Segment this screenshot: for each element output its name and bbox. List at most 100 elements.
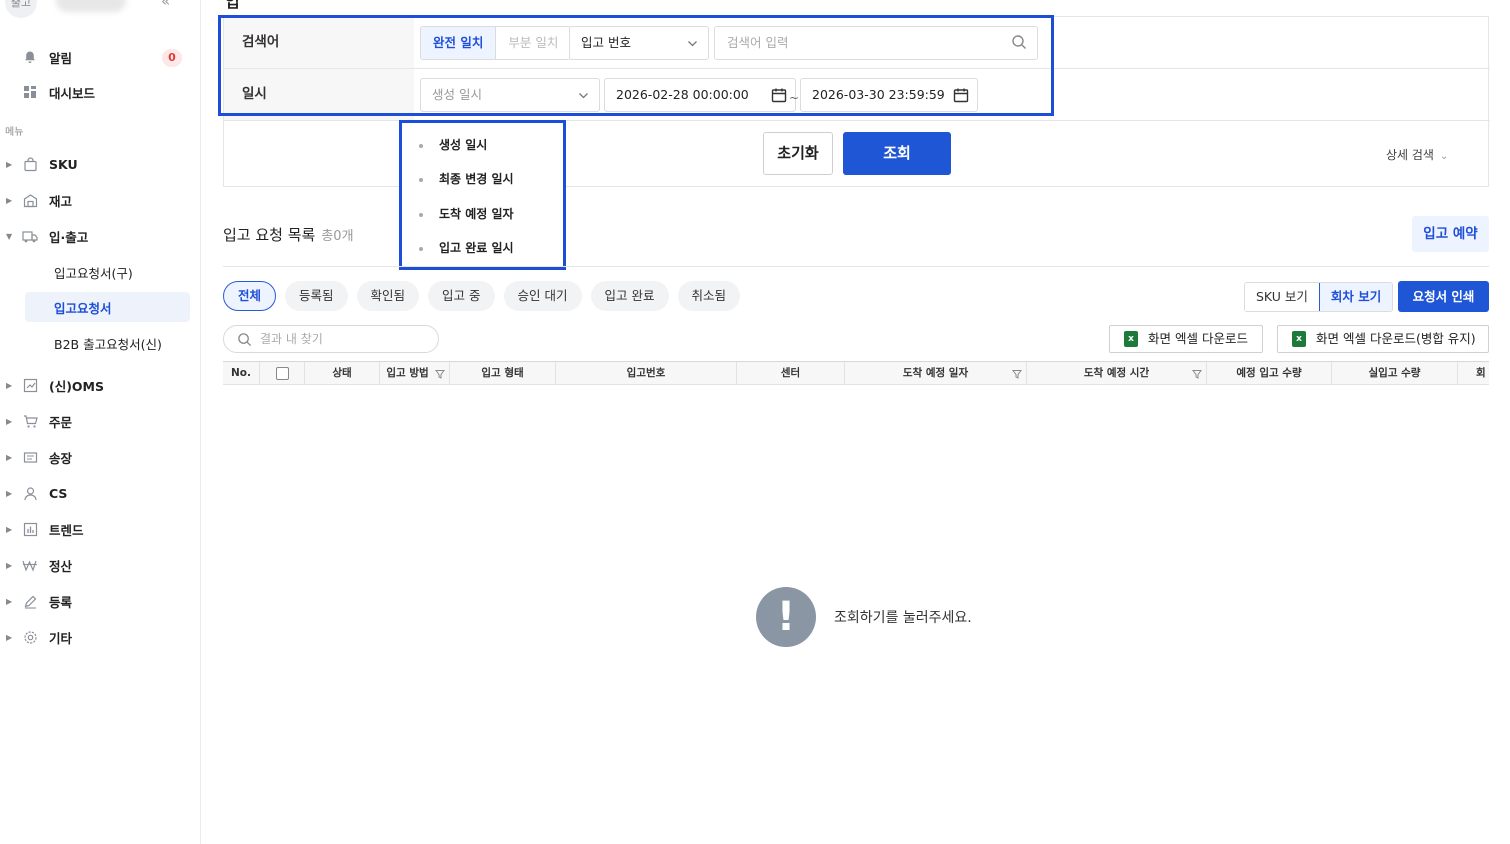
sidebar-item-cs[interactable]: ▶ CS — [0, 478, 200, 508]
date-type-value: 생성 일시 — [432, 87, 482, 102]
dropdown-option[interactable]: 생성 일시 — [419, 136, 487, 153]
date-range-separator: ~ — [789, 91, 800, 105]
date-to-input[interactable]: 2026-03-30 23:59:59 — [800, 78, 978, 112]
search-icon — [238, 333, 252, 347]
avatar[interactable]: 출고 — [5, 0, 37, 18]
status-chip-all[interactable]: 전체 — [223, 281, 277, 311]
sidebar-item-label: 트렌드 — [49, 522, 84, 538]
caret-right-icon: ▶ — [6, 195, 13, 205]
column-header[interactable]: 입고 방법 — [380, 362, 450, 384]
column-header[interactable]: 도착 예정 시간 — [1027, 362, 1207, 384]
dropdown-option[interactable]: 최종 변경 일시 — [419, 170, 514, 187]
sidebar-header: 출고 « — [0, 0, 200, 22]
sidebar-subitem-inbound-request[interactable]: 입고요청서 — [25, 292, 190, 322]
excel-download-merged-button[interactable]: x 화면 엑셀 다운로드(병합 유지) — [1277, 325, 1489, 353]
empty-state: ! 조회하기를 눌러주세요. — [756, 587, 1056, 647]
filter-icon[interactable] — [1012, 362, 1022, 384]
status-chip-registered[interactable]: 등록됨 — [285, 281, 348, 311]
excel-download-merged-label: 화면 엑셀 다운로드(병합 유지) — [1316, 331, 1476, 346]
empty-message: 조회하기를 눌러주세요. — [834, 610, 972, 626]
list-count: 총0개 — [321, 229, 354, 244]
calendar-icon[interactable] — [953, 87, 969, 103]
page-title: 입 — [225, 0, 240, 11]
match-exact-button[interactable]: 완전 일치 — [421, 27, 497, 59]
calendar-icon[interactable] — [771, 87, 787, 103]
user-name-blurred — [56, 0, 126, 12]
match-partial-button[interactable]: 부분 일치 — [496, 27, 570, 59]
chevron-down-icon — [578, 79, 589, 111]
date-from-input[interactable]: 2026-02-28 00:00:00 — [604, 78, 796, 112]
caret-right-icon: ▶ — [6, 524, 13, 534]
keyword-input[interactable]: 검색어 입력 — [714, 26, 1038, 60]
status-chip-inbound-complete[interactable]: 입고 완료 — [590, 281, 669, 311]
sidebar-item-label: 등록 — [49, 594, 73, 610]
sidebar-item-invoice[interactable]: ▶ 송장 — [0, 442, 200, 472]
sidebar-item-alarm[interactable]: 알림 0 — [0, 42, 200, 72]
search-button[interactable]: 조회 — [843, 132, 951, 175]
status-chip-pending-approval[interactable]: 승인 대기 — [503, 281, 582, 311]
column-header[interactable]: 실입고 수량 — [1332, 362, 1458, 384]
sidebar-subitem-b2b-outbound-request[interactable]: B2B 출고요청서(신) — [0, 328, 200, 358]
sidebar-item-settlement[interactable]: ▶ 정산 — [0, 550, 200, 580]
column-header[interactable]: 센터 — [737, 362, 845, 384]
sidebar: 출고 « 알림 0 대시보드 메뉴 ▶ SKU ▶ 재고 ▼ 입·출고 입고요청… — [0, 0, 201, 844]
dropdown-option[interactable]: 입고 완료 일시 — [419, 239, 514, 256]
dashboard-icon — [20, 82, 40, 102]
search-icon[interactable] — [1011, 34, 1027, 50]
print-request-button[interactable]: 요청서 인쇄 — [1398, 281, 1489, 312]
excel-download-label: 화면 엑셀 다운로드 — [1148, 331, 1248, 346]
sidebar-item-trend[interactable]: ▶ 트렌드 — [0, 514, 200, 544]
table-header: No. 상태 입고 방법 입고 형태 입고번호 센터 도착 예정 일자 도착 예… — [223, 361, 1489, 385]
result-search-input[interactable]: 결과 내 찾기 — [223, 325, 439, 353]
option-label: 생성 일시 — [439, 138, 488, 152]
select-all-checkbox[interactable] — [275, 366, 289, 380]
list-title-text: 입고 요청 목록 — [223, 226, 316, 244]
pencil-icon — [20, 591, 40, 611]
keyword-placeholder: 검색어 입력 — [727, 35, 789, 50]
column-header[interactable]: 상태 — [305, 362, 380, 384]
filter-icon[interactable] — [435, 362, 445, 384]
advanced-search-toggle[interactable]: 상세 검색 ⌄ — [1386, 146, 1448, 163]
column-header[interactable]: 입고번호 — [556, 362, 737, 384]
sidebar-subitem-inbound-request-old[interactable]: 입고요청서(구) — [0, 257, 200, 287]
sidebar-item-etc[interactable]: ▶ 기타 — [0, 622, 200, 652]
keyword-field-select[interactable]: 입고 번호 — [569, 26, 709, 60]
bar-chart-icon — [20, 519, 40, 539]
sidebar-item-inventory[interactable]: ▶ 재고 — [0, 185, 200, 215]
bullet-icon — [419, 212, 423, 217]
inbound-reserve-button[interactable]: 입고 예약 — [1412, 216, 1489, 252]
status-chip-inbound-in-progress[interactable]: 입고 중 — [428, 281, 495, 311]
column-header[interactable]: 회 — [1458, 362, 1489, 384]
sidebar-item-inbound-outbound[interactable]: ▼ 입·출고 — [0, 221, 200, 251]
excel-icon: x — [1292, 331, 1306, 347]
status-filter-chips: 전체 등록됨 확인됨 입고 중 승인 대기 입고 완료 취소됨 — [223, 281, 741, 311]
option-label: 도착 예정 일자 — [439, 207, 514, 221]
sidebar-item-label: CS — [49, 485, 68, 501]
excel-download-button[interactable]: x 화면 엑셀 다운로드 — [1109, 325, 1263, 353]
column-header[interactable]: 예정 입고 수량 — [1207, 362, 1332, 384]
bag-icon — [20, 154, 40, 174]
dropdown-option[interactable]: 도착 예정 일자 — [419, 205, 514, 222]
reset-button[interactable]: 초기화 — [763, 132, 833, 175]
status-chip-cancelled[interactable]: 취소됨 — [677, 281, 741, 311]
filter-icon[interactable] — [1192, 362, 1202, 384]
sidebar-item-oms[interactable]: ▶ (신)OMS — [0, 370, 200, 400]
caret-right-icon: ▶ — [6, 380, 13, 390]
column-header[interactable]: 입고 형태 — [450, 362, 556, 384]
sidebar-item-dashboard[interactable]: 대시보드 — [0, 77, 200, 107]
status-chip-confirmed[interactable]: 확인됨 — [356, 281, 420, 311]
collapse-sidebar-icon[interactable]: « — [161, 0, 170, 10]
sidebar-item-register[interactable]: ▶ 등록 — [0, 586, 200, 616]
date-type-select[interactable]: 생성 일시 — [420, 78, 600, 112]
list-title: 입고 요청 목록 총0개 — [223, 224, 354, 245]
column-header[interactable]: No. — [223, 362, 260, 384]
view-sku-button[interactable]: SKU 보기 — [1245, 283, 1319, 311]
caret-right-icon: ▶ — [6, 560, 13, 570]
main-content: 입 검색어 완전 일치 부분 일치 입고 번호 검색어 입력 일시 생성 일시 — [201, 0, 1510, 844]
sidebar-item-order[interactable]: ▶ 주문 — [0, 406, 200, 436]
view-round-button[interactable]: 회차 보기 — [1318, 283, 1393, 311]
column-header[interactable]: 도착 예정 일자 — [845, 362, 1027, 384]
divider — [223, 266, 1489, 267]
sidebar-item-sku[interactable]: ▶ SKU — [0, 149, 200, 179]
caret-down-icon: ▼ — [6, 231, 13, 241]
